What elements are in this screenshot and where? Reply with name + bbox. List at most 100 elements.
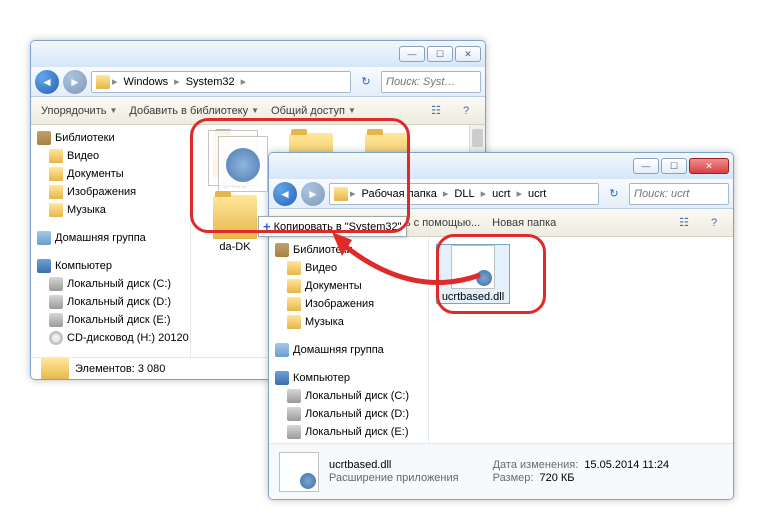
status-text: Элементов: 3 080	[75, 363, 165, 375]
plus-icon: +	[263, 219, 271, 234]
search-input[interactable]	[629, 183, 729, 205]
crumb-seg[interactable]: ucrt	[524, 188, 550, 200]
nav-tree[interactable]: Библиотеки Видео Документы Изображения М…	[269, 237, 429, 443]
video-icon	[49, 149, 63, 163]
label: Добавить в библиотеку	[129, 105, 248, 117]
chevron-right-icon: ▸	[110, 75, 120, 88]
tree-node[interactable]: Библиотеки	[55, 132, 115, 144]
pictures-icon	[49, 185, 63, 199]
refresh-button[interactable]: ↻	[603, 187, 625, 200]
folder-item[interactable]: 0409	[199, 133, 271, 191]
tree-node[interactable]: Локальный диск (D:)	[305, 408, 409, 420]
pictures-icon	[287, 297, 301, 311]
disk-icon	[49, 313, 63, 327]
tree-node[interactable]: Локальный диск (C:)	[305, 390, 409, 402]
help-icon[interactable]: ?	[705, 214, 723, 232]
tree-node[interactable]: Библиотеки	[293, 244, 353, 256]
back-button[interactable]: ◄	[273, 182, 297, 206]
help-icon[interactable]: ?	[457, 102, 475, 120]
nav-tree[interactable]: Библиотеки Видео Документы Изображения М…	[31, 125, 191, 357]
file-list[interactable]: ucrtbased.dll	[429, 237, 733, 443]
dll-file-icon	[279, 452, 319, 492]
add-to-library-menu[interactable]: Добавить в библиотеку▼	[129, 105, 259, 117]
crumb-seg[interactable]: ucrt	[488, 188, 514, 200]
tree-node[interactable]: Локальный диск (D:)	[67, 296, 171, 308]
crumb-seg[interactable]: Windows	[120, 76, 173, 88]
folder-icon	[334, 187, 348, 201]
tree-node[interactable]: Компьютер	[55, 260, 112, 272]
disk-icon	[287, 407, 301, 421]
close-button[interactable]: ✕	[689, 158, 729, 174]
share-menu[interactable]: Общий доступ▼	[271, 105, 356, 117]
tree-node[interactable]: Видео	[305, 262, 337, 274]
disk-icon	[49, 295, 63, 309]
file-item-selected[interactable]: ucrtbased.dll	[437, 245, 509, 303]
music-icon	[287, 315, 301, 329]
tree-node[interactable]: CD-дисковод (H:) 20120	[67, 332, 189, 344]
crumb-seg[interactable]: Рабочая папка	[358, 188, 441, 200]
breadcrumb[interactable]: ▸ Windows ▸ System32 ▸	[91, 71, 351, 93]
breadcrumb[interactable]: ▸ Рабочая папка ▸ DLL ▸ ucrt ▸ ucrt	[329, 183, 599, 205]
library-icon	[37, 131, 51, 145]
scrollbar-thumb[interactable]	[472, 129, 483, 147]
chevron-down-icon: ▼	[251, 106, 259, 115]
label: 0409	[223, 179, 247, 191]
file-name: ucrtbased.dll	[329, 459, 391, 471]
maximize-button[interactable]: ☐	[427, 46, 453, 62]
tree-node[interactable]: Видео	[67, 150, 99, 162]
new-folder-button[interactable]: Новая папка	[492, 217, 556, 229]
label: Упорядочить	[41, 105, 106, 117]
maximize-button[interactable]: ☐	[661, 158, 687, 174]
tree-node[interactable]: Компьютер	[293, 372, 350, 384]
library-icon	[275, 243, 289, 257]
titlebar[interactable]: — ☐ ✕	[31, 41, 485, 67]
computer-icon	[275, 371, 289, 385]
search-input[interactable]	[381, 71, 481, 93]
back-button[interactable]: ◄	[35, 70, 59, 94]
explorer-window-ucrt: — ☐ ✕ ◄ ► ▸ Рабочая папка ▸ DLL ▸ ucrt ▸…	[268, 152, 734, 500]
crumb-seg[interactable]: DLL	[450, 188, 478, 200]
disk-icon	[49, 277, 63, 291]
tree-node[interactable]: Локальный диск (E:)	[67, 314, 171, 326]
tree-node[interactable]: Изображения	[305, 298, 374, 310]
chevron-down-icon: ▼	[109, 106, 117, 115]
tree-node[interactable]: Домашняя группа	[293, 344, 384, 356]
toolbar: Упорядочить▼ Добавить в библиотеку▼ Общи…	[31, 97, 485, 125]
tree-node[interactable]: Локальный диск (E:)	[305, 426, 409, 438]
organize-menu[interactable]: Упорядочить▼	[41, 105, 117, 117]
video-icon	[287, 261, 301, 275]
crumb-seg[interactable]: System32	[182, 76, 239, 88]
tree-node[interactable]: Документы	[67, 168, 124, 180]
titlebar[interactable]: — ☐ ✕	[269, 153, 733, 179]
label: Общий доступ	[271, 105, 345, 117]
minimize-button[interactable]: —	[633, 158, 659, 174]
forward-button[interactable]: ►	[301, 182, 325, 206]
label: ucrtbased.dll	[442, 291, 504, 303]
computer-icon	[37, 259, 51, 273]
chevron-right-icon: ▸	[514, 187, 524, 200]
mod-label: Дата изменения:	[493, 459, 579, 471]
tree-node[interactable]: Документы	[305, 280, 362, 292]
tree-node[interactable]: Домашняя группа	[55, 232, 146, 244]
folder-icon	[96, 75, 110, 89]
chevron-right-icon: ▸	[479, 187, 489, 200]
tree-node[interactable]: Локальный диск (C:)	[67, 278, 171, 290]
chevron-right-icon: ▸	[441, 187, 451, 200]
minimize-button[interactable]: —	[399, 46, 425, 62]
nav-bar: ◄ ► ▸ Windows ▸ System32 ▸ ↻	[31, 67, 485, 97]
close-button[interactable]: ✕	[455, 46, 481, 62]
details-pane: ucrtbased.dll Расширение приложения Дата…	[269, 443, 733, 499]
music-icon	[49, 203, 63, 217]
forward-button[interactable]: ►	[63, 70, 87, 94]
homegroup-icon	[275, 343, 289, 357]
tree-node[interactable]: Музыка	[67, 204, 106, 216]
view-icon[interactable]: ☷	[427, 102, 445, 120]
tooltip-text: Копировать в "System32"	[274, 221, 402, 233]
folder-icon	[41, 358, 69, 380]
view-icon[interactable]: ☷	[675, 214, 693, 232]
refresh-button[interactable]: ↻	[355, 75, 377, 88]
tree-node[interactable]: Музыка	[305, 316, 344, 328]
label: da-DK	[219, 241, 250, 253]
label: Новая папка	[492, 217, 556, 229]
tree-node[interactable]: Изображения	[67, 186, 136, 198]
